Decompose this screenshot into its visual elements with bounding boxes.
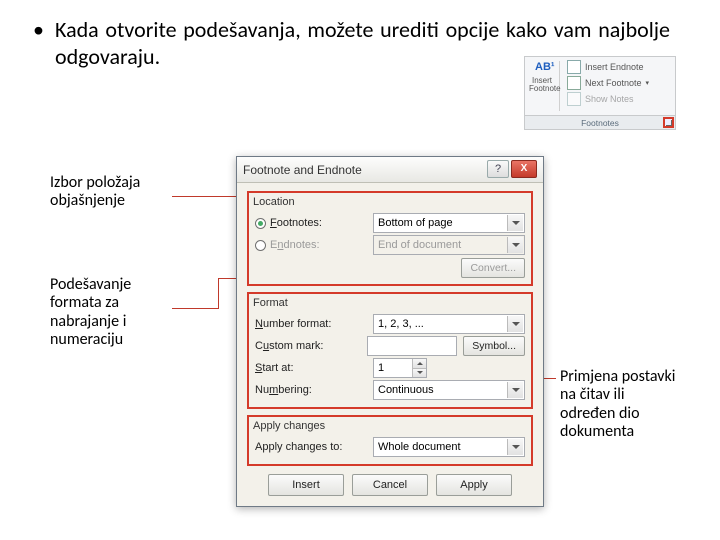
callout-format: Podešavanje formata za nabrajanje i nume… [50, 276, 170, 350]
help-button[interactable]: ? [487, 160, 509, 178]
insert-endnote-label[interactable]: Insert Endnote [585, 62, 644, 72]
next-footnote-label[interactable]: Next Footnote [585, 78, 642, 88]
close-button[interactable]: X [511, 160, 537, 178]
convert-button: Convert... [461, 258, 525, 278]
apply-to-label: Apply changes to: [255, 441, 367, 453]
connector-line [218, 278, 236, 279]
footnote-endnote-dialog: Footnote and Endnote ? X Location Footno… [236, 156, 544, 507]
start-at-label: Start at: [255, 362, 367, 374]
numbering-label: Numbering: [255, 384, 367, 396]
cancel-button[interactable]: Cancel [352, 474, 428, 496]
apply-to-combo[interactable]: Whole document [373, 437, 525, 457]
symbol-button[interactable]: Symbol... [463, 336, 525, 356]
connector-line [218, 278, 219, 309]
ribbon-footnotes-group: AB¹ Insert Footnote Insert Endnote Next … [524, 56, 676, 130]
group-title: Apply changes [253, 420, 525, 432]
callout-location: Izbor položaja objašnjenje [50, 174, 170, 211]
radio-selected-icon[interactable] [255, 218, 266, 229]
custom-mark-input[interactable] [367, 336, 457, 356]
chevron-down-icon[interactable] [507, 439, 523, 455]
chevron-down-icon[interactable] [507, 215, 523, 231]
connector-line [172, 196, 236, 197]
custom-mark-label: Custom mark: [255, 340, 361, 352]
next-footnote-icon[interactable] [567, 76, 581, 90]
ribbon-group-label: Footnotes [525, 115, 675, 129]
number-format-label: Number format: [255, 318, 367, 330]
number-format-combo[interactable]: 1, 2, 3, ... [373, 314, 525, 334]
endnotes-radio-label[interactable]: Endnotes: [255, 239, 367, 251]
start-at-spinner[interactable]: 1 [373, 358, 427, 378]
endnotes-position-combo: End of document [373, 235, 525, 255]
footnotes-radio-label[interactable]: Footnotes: [255, 217, 367, 229]
group-title: Format [253, 297, 525, 309]
spin-up-icon[interactable] [412, 359, 426, 369]
chevron-down-icon[interactable] [507, 382, 523, 398]
insert-footnote-label: Insert Footnote [529, 77, 555, 93]
connector-line [172, 308, 218, 309]
show-notes-label: Show Notes [585, 94, 634, 104]
dialog-title: Footnote and Endnote [243, 163, 362, 177]
radio-icon[interactable] [255, 240, 266, 251]
format-group: Format Number format: 1, 2, 3, ... Custo… [247, 292, 533, 409]
insert-footnote-icon[interactable]: AB¹ [535, 61, 549, 75]
group-title: Location [253, 196, 525, 208]
footnotes-position-combo[interactable]: Bottom of page [373, 213, 525, 233]
apply-changes-group: Apply changes Apply changes to: Whole do… [247, 415, 533, 466]
spin-down-icon[interactable] [412, 369, 426, 378]
show-notes-icon [567, 92, 581, 106]
dialog-titlebar[interactable]: Footnote and Endnote ? X [237, 157, 543, 183]
apply-button[interactable]: Apply [436, 474, 512, 496]
insert-endnote-icon[interactable] [567, 60, 581, 74]
insert-button[interactable]: Insert [268, 474, 344, 496]
numbering-combo[interactable]: Continuous [373, 380, 525, 400]
chevron-down-icon[interactable] [507, 316, 523, 332]
location-group: Location Footnotes: Bottom of page Endno… [247, 191, 533, 286]
dialog-launcher-icon[interactable] [663, 117, 674, 128]
chevron-down-icon [507, 237, 523, 253]
callout-apply: Primjena postavki na čitav ili određen d… [560, 368, 680, 442]
